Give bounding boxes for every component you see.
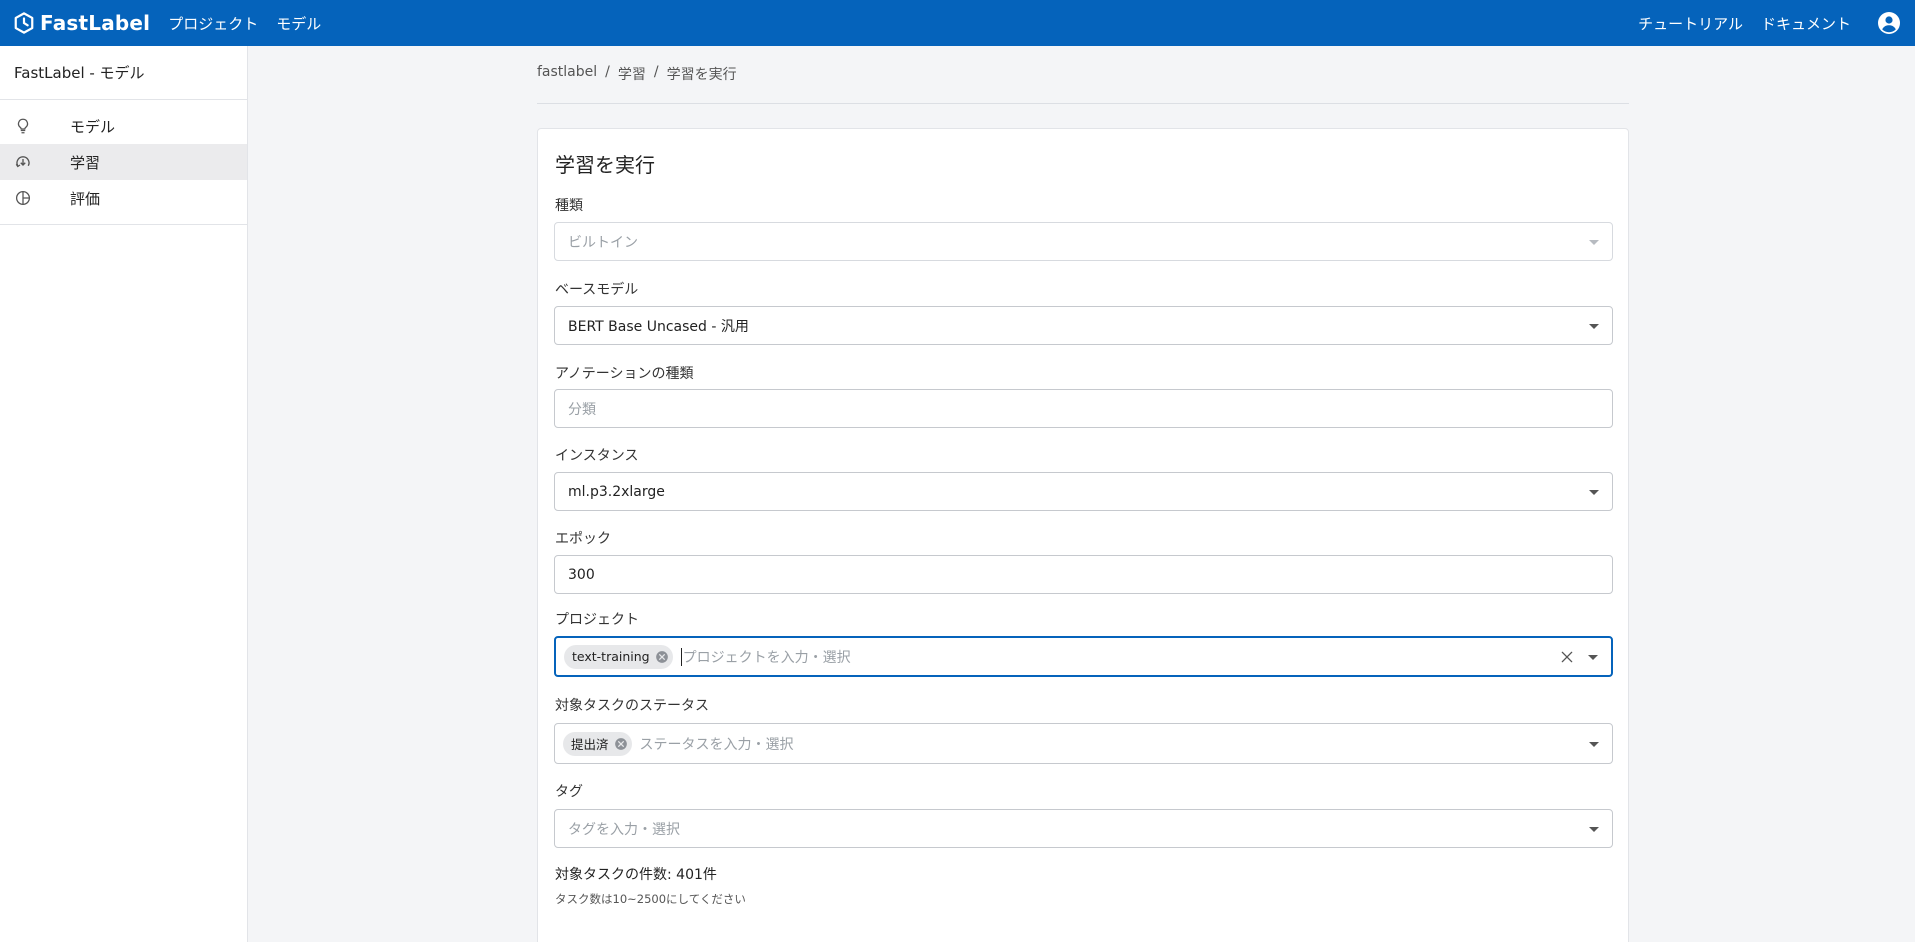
logo-text: FastLabel bbox=[40, 11, 151, 35]
type-select-value: ビルトイン bbox=[568, 234, 638, 251]
task-count: 対象タスクの件数: 401件 bbox=[555, 867, 717, 883]
nav-link-models[interactable]: モデル bbox=[276, 13, 321, 34]
type-label: 種類 bbox=[555, 198, 583, 214]
lightbulb-icon bbox=[17, 118, 29, 134]
training-form-card: 学習を実行 種類 ビルトイン ベースモデル BERT Base Uncased … bbox=[537, 128, 1629, 942]
sidebar-nav: モデル 学習 評価 bbox=[0, 100, 247, 225]
divider bbox=[537, 103, 1629, 104]
clear-icon[interactable] bbox=[1559, 649, 1575, 665]
text-cursor bbox=[680, 647, 682, 666]
sidebar-item-label: 評価 bbox=[70, 189, 101, 208]
instance-select[interactable]: ml.p3.2xlarge bbox=[554, 472, 1613, 511]
instance-label: インスタンス bbox=[555, 448, 639, 464]
nav-link-tutorial[interactable]: チュートリアル bbox=[1638, 13, 1743, 34]
sidebar-title: FastLabel - モデル bbox=[0, 46, 247, 100]
page-title: 学習を実行 bbox=[555, 153, 655, 177]
chevron-down-icon[interactable] bbox=[1589, 323, 1599, 329]
chevron-down-icon[interactable] bbox=[1589, 826, 1599, 832]
task-status-autocomplete[interactable]: 提出済 ステータスを入力・選択 bbox=[554, 723, 1613, 764]
sidebar-item-models[interactable]: モデル bbox=[0, 108, 247, 144]
status-chip-label: 提出済 bbox=[571, 737, 609, 752]
base-model-select[interactable]: BERT Base Uncased - 汎用 bbox=[554, 306, 1613, 345]
fastlabel-logo-icon bbox=[14, 12, 34, 34]
status-input-placeholder: ステータスを入力・選択 bbox=[639, 736, 794, 753]
top-right-links: チュートリアル ドキュメント bbox=[1638, 0, 1915, 46]
chip-remove-icon[interactable] bbox=[614, 737, 628, 751]
breadcrumb: fastlabel / 学習 / 学習を実行 bbox=[537, 64, 745, 84]
instance-select-value: ml.p3.2xlarge bbox=[568, 483, 665, 500]
breadcrumb-current: 学習を実行 bbox=[666, 67, 737, 83]
base-model-label: ベースモデル bbox=[555, 282, 639, 298]
tag-label: タグ bbox=[555, 784, 583, 800]
project-label: プロジェクト bbox=[555, 612, 639, 628]
annotation-type-placeholder: 分類 bbox=[568, 401, 596, 418]
epoch-label: エポック bbox=[555, 531, 611, 547]
chevron-down-icon bbox=[1589, 239, 1599, 245]
base-model-select-value: BERT Base Uncased - 汎用 bbox=[568, 318, 749, 335]
sidebar-item-evaluation[interactable]: 評価 bbox=[0, 180, 247, 216]
breadcrumb-separator: / bbox=[605, 64, 610, 80]
task-status-label: 対象タスクのステータス bbox=[555, 698, 709, 714]
sidebar-item-training[interactable]: 学習 bbox=[0, 144, 247, 180]
annotation-type-label: アノテーションの種類 bbox=[555, 366, 694, 382]
task-count-hint: タスク数は10~2500にしてください bbox=[555, 892, 746, 906]
top-nav: プロジェクト モデル bbox=[168, 13, 339, 34]
nav-link-projects[interactable]: プロジェクト bbox=[168, 13, 258, 34]
annotation-type-field[interactable]: 分類 bbox=[554, 389, 1613, 428]
project-autocomplete[interactable]: text-training プロジェクトを入力・選択 bbox=[554, 636, 1613, 677]
sidebar: FastLabel - モデル モデル 学習 評価 bbox=[0, 46, 248, 942]
sidebar-item-label: モデル bbox=[70, 117, 116, 136]
sidebar-item-label: 学習 bbox=[70, 153, 101, 172]
breadcrumb-link-training[interactable]: 学習 bbox=[618, 64, 646, 84]
status-chip[interactable]: 提出済 bbox=[563, 731, 632, 756]
epoch-value: 300 bbox=[568, 566, 595, 583]
breadcrumb-separator: / bbox=[653, 64, 659, 80]
project-chip-label: text-training bbox=[572, 649, 650, 664]
nav-link-docs[interactable]: ドキュメント bbox=[1761, 13, 1851, 34]
type-select: ビルトイン bbox=[554, 222, 1613, 261]
project-chip[interactable]: text-training bbox=[564, 644, 673, 669]
pie-chart-icon bbox=[15, 190, 31, 206]
breadcrumb-link-fastlabel[interactable]: fastlabel bbox=[537, 64, 597, 84]
tag-input-placeholder: タグを入力・選択 bbox=[568, 821, 680, 838]
chevron-down-icon[interactable] bbox=[1589, 741, 1599, 747]
epoch-field[interactable]: 300 bbox=[554, 555, 1613, 594]
project-input-placeholder: プロジェクトを入力・選択 bbox=[682, 649, 851, 666]
training-icon bbox=[15, 156, 30, 168]
account-circle-icon[interactable] bbox=[1877, 11, 1901, 35]
tag-autocomplete[interactable]: タグを入力・選択 bbox=[554, 809, 1613, 848]
chevron-down-icon[interactable] bbox=[1589, 489, 1599, 495]
logo[interactable]: FastLabel bbox=[13, 0, 150, 46]
top-app-bar: FastLabel プロジェクト モデル チュートリアル ドキュメント bbox=[0, 0, 1915, 46]
chevron-down-icon[interactable] bbox=[1588, 654, 1598, 660]
chip-remove-icon[interactable] bbox=[655, 650, 669, 664]
